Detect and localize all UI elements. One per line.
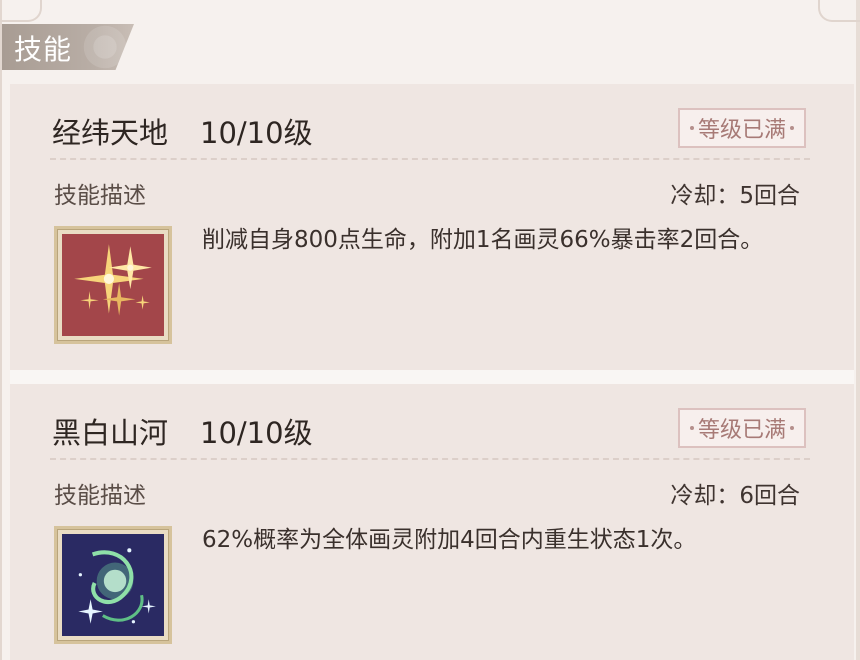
skill-icon-frame[interactable] <box>54 526 172 644</box>
max-level-badge: 等级已满 <box>678 408 806 448</box>
section-title: 技能 <box>14 33 73 66</box>
max-level-label: 等级已满 <box>697 418 786 443</box>
skill-card: 黑白山河 10/10级 等级已满 技能描述 冷却：6回合 62%概率为全体画灵附… <box>10 384 854 660</box>
dashed-divider <box>50 158 810 160</box>
skill-level: 10/10级 <box>200 416 313 450</box>
rose-ornament-icon <box>78 24 132 70</box>
panel-corner-right <box>818 0 860 22</box>
panel-right-border <box>856 0 860 660</box>
skill-description: 62%概率为全体画灵附加4回合内重生状态1次。 <box>202 527 697 553</box>
skill-name: 经纬天地 <box>52 116 169 150</box>
badge-dot-icon <box>790 426 794 430</box>
card-separator <box>10 370 854 384</box>
green-spiral-orb-icon <box>62 534 164 636</box>
max-level-badge: 等级已满 <box>678 108 806 148</box>
golden-sparkle-icon <box>62 234 164 336</box>
skill-level: 10/10级 <box>200 116 313 150</box>
badge-dot-icon <box>689 126 694 130</box>
panel-left-border <box>0 0 2 660</box>
skill-description: 削减自身800点生命，附加1名画灵66%暴击率2回合。 <box>202 227 764 253</box>
description-label: 技能描述 <box>54 183 146 209</box>
badge-dot-icon <box>689 426 694 430</box>
skill-name: 黑白山河 <box>52 416 169 450</box>
badge-dot-icon <box>790 126 794 130</box>
max-level-label: 等级已满 <box>697 118 786 143</box>
panel-corner-left <box>0 0 42 22</box>
green-spiral-orb-svg <box>62 534 164 636</box>
cooldown-text: 冷却：6回合 <box>670 483 800 509</box>
section-header-skills: 技能 <box>2 24 134 70</box>
dashed-divider <box>50 458 810 460</box>
skill-icon-frame[interactable] <box>54 226 172 344</box>
golden-sparkle-svg <box>62 234 164 336</box>
cooldown-text: 冷却：5回合 <box>670 183 800 209</box>
description-label: 技能描述 <box>54 483 146 509</box>
skill-card: 经纬天地 10/10级 等级已满 技能描述 冷却：5回合 削减自身800点生命，… <box>10 84 854 370</box>
